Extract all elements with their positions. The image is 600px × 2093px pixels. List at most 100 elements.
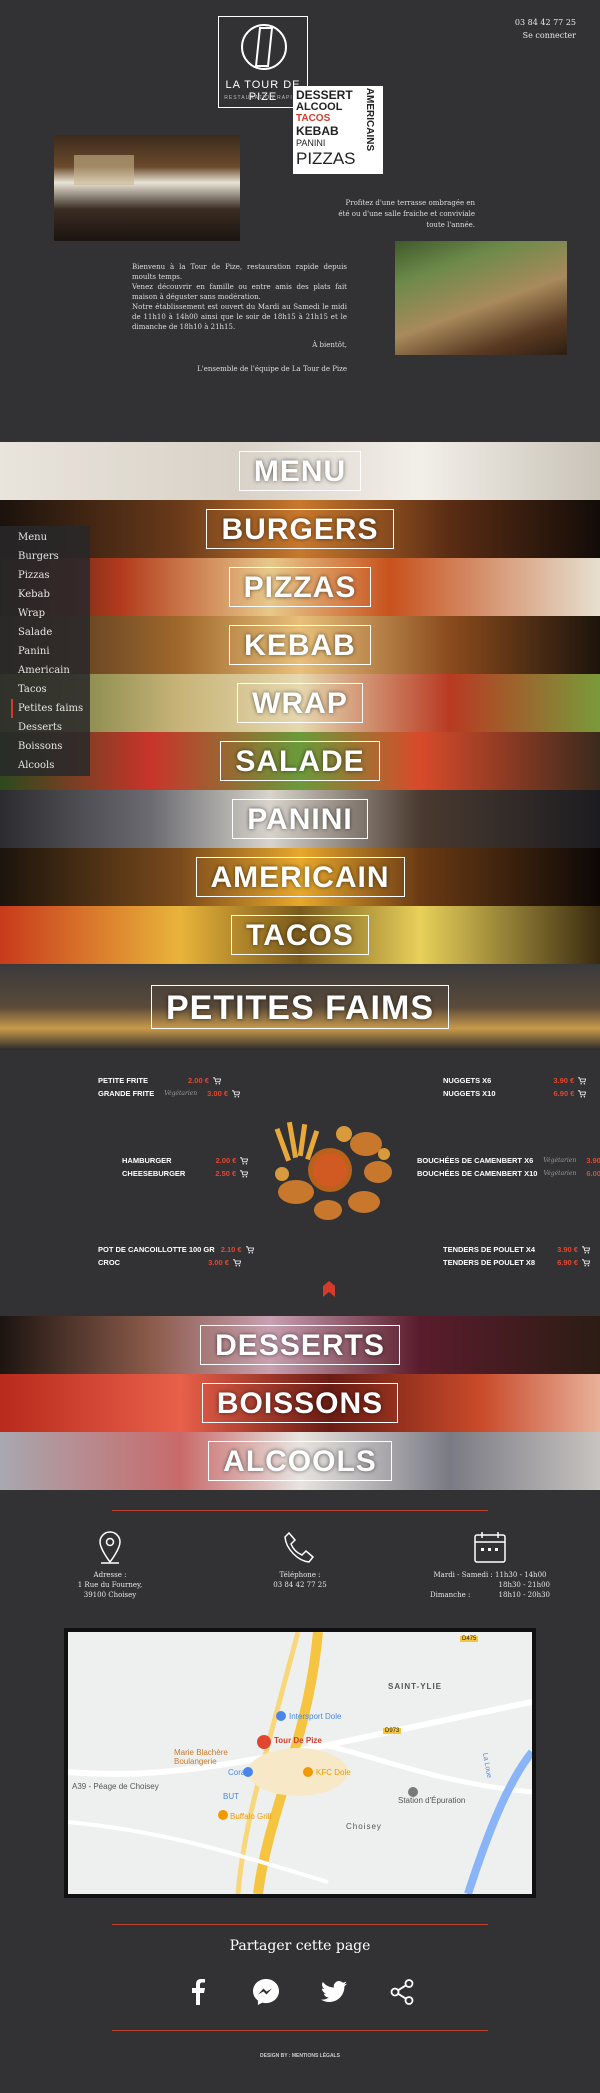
twitter-icon	[321, 1981, 347, 2003]
scroll-top-icon[interactable]	[322, 1280, 336, 1298]
menu-item[interactable]: CHEESEBURGER 2.50 €	[122, 1169, 249, 1178]
menu-item-name: POT DE CANCOILLOTTE 100 GR	[98, 1245, 215, 1254]
category-label: KEBAB	[229, 625, 371, 665]
side-menu-item[interactable]: Tacos	[18, 680, 90, 699]
cart-icon[interactable]	[245, 1245, 254, 1254]
category-band-tacos[interactable]: TACOS	[0, 906, 600, 964]
calendar-icon	[474, 1532, 506, 1563]
category-band-pizzas[interactable]: PIZZAS	[0, 558, 600, 616]
category-band-kebab[interactable]: KEBAB	[0, 616, 600, 674]
menu-item[interactable]: GRANDE FRITE Végétarien 3.00 €	[98, 1089, 241, 1098]
side-menu-item[interactable]: Alcools	[18, 756, 90, 775]
category-band-alcools[interactable]: ALCOOLS	[0, 1432, 600, 1490]
cart-icon[interactable]	[232, 1089, 241, 1098]
cart-icon[interactable]	[232, 1258, 241, 1267]
category-bands: MENU BURGERS PIZZAS KEBAB WRAP SALADE PA…	[0, 442, 600, 1050]
menu-item[interactable]: HAMBURGER 2.00 €	[122, 1156, 249, 1165]
menu-item[interactable]: PETITE FRITE 2.00 €	[98, 1076, 221, 1085]
menu-item-price: 3.00 €	[208, 1258, 229, 1267]
map-label: KFC Dole	[316, 1768, 351, 1777]
menu-item[interactable]: NUGGETS X10 6.90 €	[443, 1089, 587, 1098]
footer[interactable]: DESIGN BY : MENTIONS LÉGALS	[0, 2053, 600, 2059]
menu-item-price: 3.00 €	[207, 1089, 229, 1098]
word-cloud-word: PIZZAS	[296, 149, 356, 168]
category-band-americain[interactable]: AMERICAIN	[0, 848, 600, 906]
cart-icon[interactable]	[212, 1076, 221, 1085]
category-band-boissons[interactable]: BOISSONS	[0, 1374, 600, 1432]
cart-icon[interactable]	[240, 1169, 249, 1178]
side-menu-item[interactable]: Wrap	[18, 604, 90, 623]
location-map[interactable]: Tour De Pize SAINT-YLIE Intersport Dole …	[64, 1628, 536, 1898]
category-band-menu[interactable]: MENU	[0, 442, 600, 500]
hours-line: Mardi - Samedi : 11h30 - 14h00	[433, 1571, 547, 1579]
menu-item-price: 6.90 €	[557, 1258, 578, 1267]
contact-address: Adresse : 1 Rue du Fourney, 39100 Choise…	[60, 1530, 160, 1600]
side-menu-item[interactable]: Panini	[18, 642, 90, 661]
map-pin-icon	[99, 1531, 121, 1564]
category-band-panini[interactable]: PANINI	[0, 790, 600, 848]
intro-farewell: À bientôt,	[312, 341, 347, 349]
menu-item-price: 6.00 €	[586, 1169, 600, 1178]
phone-label: Téléphone :	[279, 1571, 321, 1579]
side-menu-item[interactable]: Pizzas	[18, 566, 90, 585]
cart-icon[interactable]	[240, 1156, 249, 1165]
side-menu-item[interactable]: Boissons	[18, 737, 90, 756]
word-cloud: DESSERT ALCOOL TACOS KEBAB PANINI PIZZAS…	[293, 86, 383, 174]
menu-item[interactable]: CROC 3.00 €	[98, 1258, 241, 1267]
address-line: 1 Rue du Fourney,	[77, 1581, 143, 1589]
phone-number[interactable]: 03 84 42 77 25	[250, 1580, 350, 1590]
side-menu-item[interactable]: Burgers	[18, 547, 90, 566]
category-label: SALADE	[220, 741, 380, 781]
menu-item[interactable]: NUGGETS X6 3.90 €	[443, 1076, 587, 1085]
twitter-share-button[interactable]	[318, 1976, 350, 2008]
share-icon	[390, 1979, 414, 2005]
hours-line: Dimanche : 18h10 - 20h30	[430, 1590, 550, 1600]
menu-item-name: TENDERS DE POULET X8	[443, 1258, 536, 1267]
share-button[interactable]	[386, 1976, 418, 2008]
menu-item[interactable]: BOUCHÉES DE CAMENBERT X6 Végétarien 3.90…	[417, 1156, 600, 1165]
menu-item[interactable]: BOUCHÉES DE CAMENBERT X10 Végétarien 6.0…	[417, 1169, 600, 1178]
hours-line: 18h30 - 21h00	[498, 1581, 550, 1589]
side-menu-item[interactable]: Desserts	[18, 718, 90, 737]
intro-text: Bienvenu à la Tour de Pize, restauration…	[132, 262, 347, 374]
menu-item-name: CHEESEBURGER	[122, 1169, 186, 1178]
cart-icon[interactable]	[578, 1076, 587, 1085]
map-label: Buffalo Grill	[230, 1812, 272, 1821]
menu-item-name: BOUCHÉES DE CAMENBERT X6	[417, 1156, 534, 1165]
phone-icon	[284, 1531, 315, 1563]
menu-item-name: PETITE FRITE	[98, 1076, 149, 1085]
side-menu-item[interactable]: Salade	[18, 623, 90, 642]
menu-item[interactable]: TENDERS DE POULET X8 6.90 €	[443, 1258, 590, 1267]
facebook-share-button[interactable]	[182, 1976, 214, 2008]
side-menu-item[interactable]: Americain	[18, 661, 90, 680]
menu-item[interactable]: POT DE CANCOILLOTTE 100 GR 2.10 €	[98, 1245, 254, 1254]
map-label: Intersport Dole	[289, 1712, 342, 1721]
menu-item-name: GRANDE FRITE	[98, 1089, 155, 1098]
side-menu-item[interactable]: Menu	[18, 528, 90, 547]
cart-icon[interactable]	[581, 1258, 590, 1267]
header-phone[interactable]: 03 84 42 77 25	[515, 16, 576, 29]
category-band-wrap[interactable]: WRAP	[0, 674, 600, 732]
login-link[interactable]: Se connecter	[515, 29, 576, 42]
map-label: BUT	[223, 1792, 239, 1801]
map-label: Station d'Épuration	[398, 1796, 466, 1805]
messenger-share-button[interactable]	[250, 1976, 282, 2008]
map-roads	[68, 1632, 532, 1894]
category-band-petites-faims[interactable]: PETITES FAIMS	[0, 964, 600, 1050]
side-menu-item-active[interactable]: Petites faims	[11, 699, 90, 718]
cart-icon[interactable]	[578, 1089, 587, 1098]
contact-phone: Téléphone : 03 84 42 77 25	[250, 1530, 350, 1590]
category-label: PIZZAS	[228, 567, 372, 607]
menu-item-price: 3.90 €	[557, 1245, 578, 1254]
map-label: D475	[460, 1636, 479, 1642]
map-label: D973	[383, 1728, 402, 1734]
side-menu-item[interactable]: Kebab	[18, 585, 90, 604]
menu-item[interactable]: TENDERS DE POULET X4 3.90 €	[443, 1245, 590, 1254]
category-band-burgers[interactable]: BURGERS	[0, 500, 600, 558]
menu-item-price: 2.10 €	[220, 1245, 242, 1254]
menu-item-price: 2.50 €	[215, 1169, 237, 1178]
cart-icon[interactable]	[581, 1245, 590, 1254]
category-band-salade[interactable]: SALADE	[0, 732, 600, 790]
category-band-desserts[interactable]: DESSERTS	[0, 1316, 600, 1374]
page: 03 84 42 77 25 Se connecter LA TOUR DE P…	[0, 0, 600, 2093]
